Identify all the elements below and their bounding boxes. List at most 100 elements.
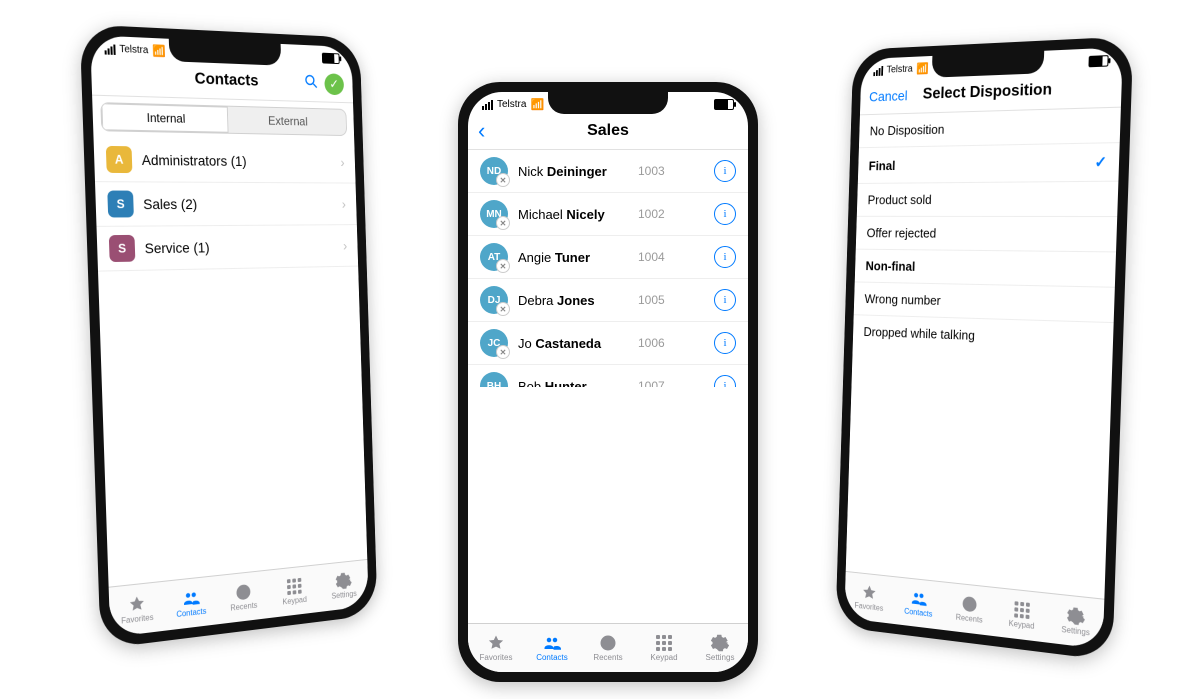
contact-name: Michael Nicely	[518, 207, 628, 222]
tab-recents[interactable]: Recents	[580, 624, 636, 672]
page-title: Contacts	[194, 70, 258, 90]
cancel-button[interactable]: Cancel	[869, 87, 908, 104]
info-button[interactable]: i	[714, 203, 736, 225]
info-button[interactable]: i	[714, 332, 736, 354]
group-label: Administrators (1)	[142, 152, 332, 170]
contact-extension: 1002	[638, 207, 678, 221]
settings-icon	[1067, 606, 1085, 626]
info-button[interactable]: i	[714, 375, 736, 387]
wifi-icon: 📶	[152, 44, 166, 58]
battery-icon	[1088, 55, 1108, 67]
notch	[932, 51, 1045, 78]
tab-label: Contacts	[176, 606, 206, 619]
tab-settings[interactable]: Settings	[692, 624, 748, 672]
tab-label: Contacts	[536, 653, 568, 662]
group-row[interactable]: SSales (2)›	[95, 182, 357, 227]
recents-icon	[961, 594, 978, 614]
tab-keypad[interactable]: Keypad	[268, 565, 320, 618]
keypad-icon	[656, 634, 672, 652]
disposition-label: Dropped while talking	[863, 324, 975, 343]
tab-label: Settings	[331, 589, 356, 601]
settings-icon	[336, 571, 352, 590]
tab-label: Settings	[1061, 625, 1090, 638]
group-label: Service (1)	[144, 238, 334, 256]
tab-label: Recents	[955, 613, 982, 625]
segment-internal[interactable]: Internal	[101, 103, 228, 133]
disposition-label: Offer rejected	[866, 226, 936, 241]
tab-contacts[interactable]: Contacts	[164, 576, 219, 631]
contact-name: Jo Castaneda	[518, 336, 628, 351]
tab-label: Contacts	[904, 607, 933, 619]
segment-control[interactable]: Internal External	[100, 102, 347, 136]
presence-offline-icon: ✕	[496, 173, 510, 187]
group-row[interactable]: SService (1)›	[97, 225, 359, 272]
disposition-label: Wrong number	[864, 291, 940, 308]
carrier-label: Telstra	[886, 64, 912, 76]
group-row[interactable]: AAdministrators (1)›	[94, 137, 356, 183]
tab-favorites[interactable]: Favorites	[844, 572, 894, 624]
tab-label: Recents	[230, 601, 257, 613]
recents-icon	[235, 582, 252, 602]
signal-icon	[104, 44, 115, 55]
disposition-label: Final	[869, 158, 896, 173]
tab-settings[interactable]: Settings	[319, 560, 369, 612]
contact-name: Nick Deininger	[518, 164, 628, 179]
presence-offline-icon: ✕	[496, 345, 510, 359]
favorites-icon	[128, 594, 146, 614]
contact-name: Bob Hunter	[518, 379, 628, 387]
contact-row[interactable]: BH✕Bob Hunter1007i	[468, 365, 748, 387]
tab-settings[interactable]: Settings	[1048, 594, 1105, 649]
contact-avatar: JC✕	[480, 329, 508, 357]
tab-favorites[interactable]: Favorites	[468, 624, 524, 672]
disposition-option[interactable]: Offer rejected	[856, 217, 1117, 253]
chevron-right-icon: ›	[342, 196, 347, 212]
tab-recents[interactable]: Recents	[943, 583, 996, 637]
tab-label: Favorites	[854, 601, 883, 613]
info-button[interactable]: i	[714, 160, 736, 182]
signal-icon	[482, 100, 493, 110]
tab-label: Keypad	[1009, 619, 1035, 631]
contact-row[interactable]: AT✕Angie Tuner1004i	[468, 236, 748, 279]
info-button[interactable]: i	[714, 246, 736, 268]
settings-icon	[711, 634, 729, 652]
chevron-right-icon: ›	[343, 238, 348, 254]
contact-row[interactable]: MN✕ Michael Nicely 1002 i	[468, 193, 748, 236]
tab-label: Keypad	[282, 595, 307, 607]
contact-extension: 1003	[638, 164, 678, 178]
contact-avatar: MN✕	[480, 200, 508, 228]
disposition-label: Product sold	[867, 192, 931, 207]
info-button[interactable]: i	[714, 289, 736, 311]
battery-icon	[714, 99, 734, 110]
contact-row[interactable]: ND✕Nick Deininger1003i	[468, 150, 748, 193]
group-letter-badge: S	[107, 191, 134, 218]
battery-icon	[322, 53, 340, 64]
page-title: Sales	[587, 122, 629, 140]
contacts-icon	[910, 589, 927, 608]
tab-label: Recents	[593, 653, 622, 662]
phone-sales: Telstra 📶 4:03 pm ‹ Sales ND✕Nick Deinin…	[458, 82, 758, 682]
presence-offline-icon: ✕	[496, 216, 510, 230]
signal-icon	[873, 65, 883, 75]
contact-row[interactable]: DJ✕Debra Jones1005i	[468, 279, 748, 322]
search-icon[interactable]	[303, 72, 320, 95]
back-button[interactable]: ‹	[478, 120, 485, 142]
contact-avatar: DJ✕	[480, 286, 508, 314]
disposition-section-header: Final✓	[858, 143, 1120, 184]
segment-external[interactable]: External	[228, 107, 347, 135]
contacts-icon	[182, 588, 200, 608]
carrier-label: Telstra	[119, 44, 148, 57]
contact-extension: 1004	[638, 250, 678, 264]
wifi-icon: 📶	[530, 98, 544, 111]
tab-favorites[interactable]: Favorites	[109, 582, 166, 637]
contact-row[interactable]: JC✕Jo Castaneda1006i	[468, 322, 748, 365]
tab-keypad[interactable]: Keypad	[995, 588, 1050, 643]
disposition-label: Non-final	[865, 258, 915, 273]
tab-keypad[interactable]: Keypad	[636, 624, 692, 672]
tab-contacts[interactable]: Contacts	[893, 577, 945, 630]
presence-offline-icon: ✕	[496, 259, 510, 273]
status-available-icon[interactable]: ✓	[324, 73, 344, 95]
tab-recents[interactable]: Recents	[217, 571, 270, 625]
page-title: Select Disposition	[922, 81, 1052, 104]
disposition-option[interactable]: Product sold	[857, 182, 1119, 217]
tab-contacts[interactable]: Contacts	[524, 624, 580, 672]
